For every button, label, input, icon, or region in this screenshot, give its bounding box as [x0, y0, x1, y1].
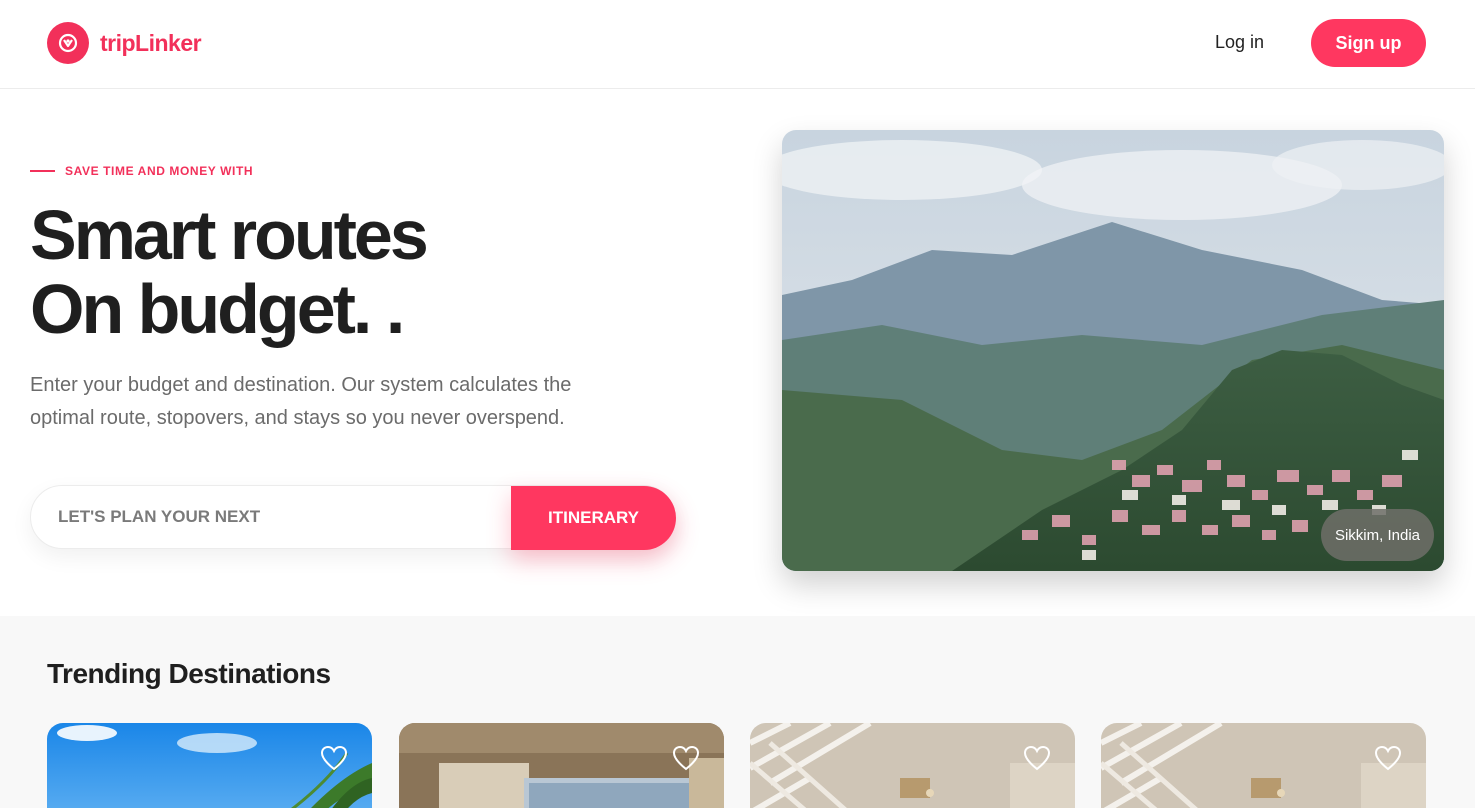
heart-icon[interactable] [672, 745, 700, 771]
location-badge: Sikkim, India [1320, 509, 1434, 561]
headline-line-2: On budget. . [30, 270, 405, 348]
destination-input[interactable] [58, 486, 508, 548]
mountain-landscape-image [782, 130, 1444, 571]
heart-icon[interactable] [320, 745, 348, 771]
heart-icon[interactable] [1374, 745, 1402, 771]
hero-image: Sikkim, India [782, 130, 1444, 571]
logo[interactable]: tripLinker [47, 22, 202, 64]
destination-card-1[interactable] [47, 723, 372, 808]
trending-title: Trending Destinations [47, 658, 331, 689]
destination-card-4[interactable] [1101, 723, 1426, 808]
hero-eyebrow: SAVE TIME AND MONEY WITH [30, 164, 253, 178]
brand-name: tripLinker [100, 29, 202, 56]
eyebrow-text: SAVE TIME AND MONEY WITH [65, 164, 254, 178]
hero-description: Enter your budget and destination. Our s… [30, 374, 572, 429]
login-link[interactable]: Log in [1215, 32, 1264, 53]
signup-button[interactable]: Sign up [1311, 19, 1426, 67]
eyebrow-divider [30, 170, 55, 172]
headline-line-1: Smart routes [30, 196, 429, 274]
logo-icon [47, 22, 89, 64]
hero-headline: Smart routes On budget. . [30, 196, 429, 348]
itinerary-button[interactable]: ITINERARY [511, 486, 676, 550]
destination-card-3[interactable] [750, 723, 1075, 808]
trip-search-bar: ITINERARY [30, 485, 676, 550]
trending-section: Trending Destinations [0, 616, 1475, 808]
heart-icon[interactable] [1023, 745, 1051, 771]
destination-card-2[interactable] [399, 723, 724, 808]
site-header: tripLinker Log in Sign up [0, 0, 1475, 89]
